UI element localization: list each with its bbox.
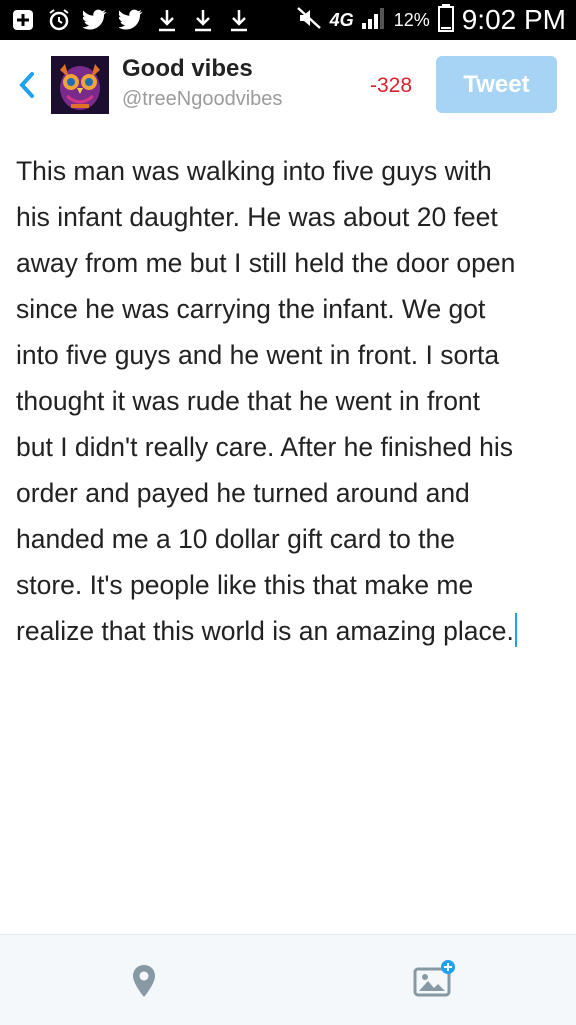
- compose-text-line: his infant daughter. He was about 20 fee…: [16, 202, 498, 232]
- status-bar: 4G 12% 9:02 PM: [0, 0, 576, 40]
- compose-text-line: into five guys and he went in front. I s…: [16, 340, 500, 370]
- compose-text-line: since he was carrying the infant. We got: [16, 294, 486, 324]
- compose-text-line: order and payed he turned around and: [16, 478, 470, 508]
- text-cursor: [514, 613, 517, 647]
- compose-toolbar: [0, 934, 576, 1025]
- compose-text-line: thought it was rude that he went in fron…: [16, 386, 481, 416]
- compose-text-line: This man was walking into five guys with: [16, 156, 492, 186]
- twitter-bird-icon: [118, 7, 144, 33]
- display-name: Good vibes: [122, 55, 253, 82]
- twitter-bird-icon: [82, 7, 108, 33]
- compose-text-line: handed me a 10 dollar gift card to the: [16, 524, 456, 554]
- notification-icons: [10, 6, 252, 34]
- download-icon: [154, 7, 180, 33]
- battery-percent: 12%: [393, 9, 430, 30]
- add-photo-icon[interactable]: [412, 959, 458, 999]
- battery-icon: [437, 3, 454, 37]
- back-button[interactable]: [16, 70, 40, 100]
- download-icon: [226, 7, 252, 33]
- system-status: 4G 12% 9:02 PM: [296, 0, 566, 40]
- user-handle: @treeNgoodvibes: [122, 88, 283, 110]
- tweet-compose-textarea[interactable]: This man was walking into five guys with…: [16, 148, 564, 654]
- compose-text-line: but I didn't really care. After he finis…: [16, 432, 514, 462]
- compose-text-line: store. It's people like this that make m…: [16, 570, 474, 600]
- avatar[interactable]: [51, 56, 109, 114]
- network-type: 4G: [329, 9, 354, 30]
- compose-text: realize that this world is an amazing pl…: [16, 616, 514, 646]
- download-icon: [190, 7, 216, 33]
- location-pin-icon[interactable]: [130, 963, 158, 999]
- mute-icon: [296, 6, 322, 35]
- compose-header: Good vibes @treeNgoodvibes -328 Tweet: [0, 40, 576, 132]
- alarm-snooze-icon: [46, 7, 72, 33]
- character-count: -328: [370, 74, 413, 97]
- add-box-icon: [10, 7, 36, 33]
- compose-text-line: away from me but I still held the door o…: [16, 248, 516, 278]
- signal-icon: [361, 7, 386, 34]
- tweet-button[interactable]: Tweet: [436, 56, 557, 113]
- clock: 9:02 PM: [461, 4, 566, 35]
- compose-text-line-last: realize that this world is an amazing pl…: [16, 608, 564, 654]
